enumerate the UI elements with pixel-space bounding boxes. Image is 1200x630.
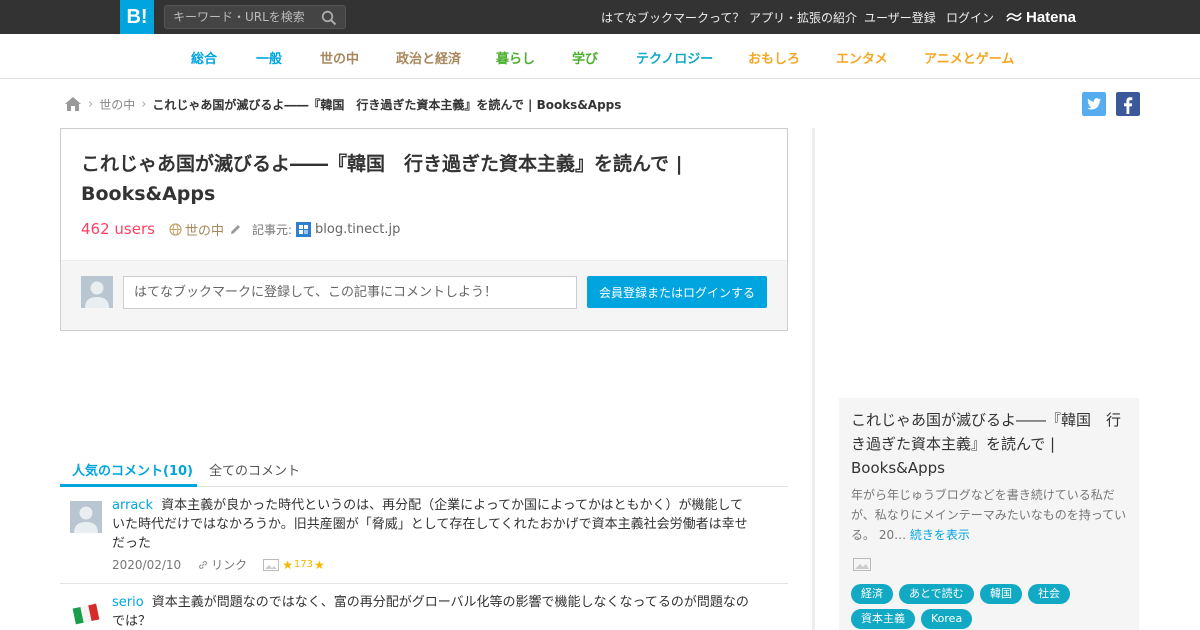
star-icon: ★ bbox=[282, 557, 293, 572]
hatena-mark-icon bbox=[1006, 12, 1022, 22]
category-all[interactable]: 総合 bbox=[191, 48, 217, 67]
source-domain: blog.tinect.jp bbox=[315, 221, 401, 237]
default-user-icon bbox=[85, 281, 109, 308]
tag-item[interactable]: 経済 bbox=[851, 584, 893, 604]
breadcrumb-current: これじゃあ国が滅びるよ――『韓国 行き過ぎた資本主義』を読んで | Books&… bbox=[152, 97, 622, 112]
summary-description: 年がら年じゅうブログなどを書き続けている私だが、私なりにメインテーマみたいなもの… bbox=[851, 485, 1133, 545]
home-icon[interactable] bbox=[64, 96, 82, 112]
comment-text: 資本主義が良かった時代というのは、再分配（企業によってか国によってかはともかく）… bbox=[112, 498, 748, 551]
category-social[interactable]: 世の中 bbox=[320, 48, 359, 67]
category-fun[interactable]: おもしろ bbox=[748, 48, 800, 67]
category-general[interactable]: 一般 bbox=[256, 48, 282, 67]
breadcrumb: › 世の中 › これじゃあ国が滅びるよ――『韓国 行き過ぎた資本主義』を読んで … bbox=[64, 95, 621, 113]
category-game[interactable]: アニメとゲーム bbox=[924, 48, 1014, 67]
show-more-link[interactable]: 続きを表示 bbox=[910, 528, 970, 542]
comment-username[interactable]: serio bbox=[112, 595, 144, 610]
column-divider bbox=[812, 128, 815, 630]
tag-item[interactable]: あとで読む bbox=[899, 584, 974, 604]
avatar bbox=[81, 276, 113, 308]
entry-summary-card: これじゃあ国が滅びるよ――『韓国 行き過ぎた資本主義』を読んで | Books&… bbox=[839, 398, 1139, 630]
users-count[interactable]: 462 users bbox=[81, 220, 155, 238]
entry-meta: 462 users 世の中 記事元: blog.tinect.jp bbox=[81, 219, 400, 239]
register-link[interactable]: ユーザー登録 bbox=[864, 9, 936, 26]
entry-category[interactable]: 世の中 bbox=[169, 220, 242, 239]
breadcrumb-separator-icon: › bbox=[88, 96, 94, 112]
breadcrumb-separator-icon: › bbox=[141, 96, 147, 112]
category-life[interactable]: 暮らし bbox=[496, 48, 535, 67]
star-count[interactable]: 173 bbox=[294, 559, 313, 570]
tab-all-comments[interactable]: 全てのコメント bbox=[209, 460, 300, 479]
link-icon bbox=[199, 560, 208, 569]
hatena-logo[interactable]: Hatena bbox=[1006, 8, 1076, 26]
comment-date[interactable]: 2020/02/10 bbox=[112, 558, 181, 572]
image-icon bbox=[853, 558, 871, 571]
tag-item[interactable]: Korea bbox=[921, 609, 973, 629]
category-entertainment[interactable]: エンタメ bbox=[836, 48, 888, 67]
image-add-icon[interactable] bbox=[263, 558, 280, 571]
tag-item[interactable]: 資本主義 bbox=[851, 609, 915, 629]
entry-category-label: 世の中 bbox=[184, 223, 224, 239]
search-icon[interactable] bbox=[321, 10, 337, 26]
comment-body: serio 資本主義が問題なのではなく、富の再分配がグローバル化等の影響で機能しな… bbox=[112, 593, 754, 630]
italy-flag-avatar[interactable] bbox=[70, 598, 102, 630]
search-input[interactable] bbox=[165, 6, 315, 28]
search-box bbox=[164, 5, 346, 29]
tab-popular-comments[interactable]: 人気のコメント(10) bbox=[72, 460, 193, 479]
category-nav: 総合 一般 世の中 政治と経済 暮らし 学び テクノロジー おもしろ エンタメ … bbox=[0, 34, 1200, 79]
top-bar: B! はてなブックマークって？ アプリ・拡張の紹介 ユーザー登録 ログイン Ha… bbox=[0, 0, 1200, 34]
category-knowledge[interactable]: 学び bbox=[572, 48, 598, 67]
category-technology[interactable]: テクノロジー bbox=[636, 48, 713, 67]
twitter-share-icon[interactable] bbox=[1082, 92, 1106, 116]
comment-body: arrack 資本主義が良かった時代というのは、再分配（企業によってか国によってか… bbox=[112, 496, 754, 553]
add-star-icon[interactable]: ★ bbox=[314, 558, 325, 572]
comment-input[interactable] bbox=[123, 276, 577, 309]
comment-username[interactable]: arrack bbox=[112, 498, 153, 513]
summary-title[interactable]: これじゃあ国が滅びるよ――『韓国 行き過ぎた資本主義』を読んで | Books&… bbox=[851, 408, 1121, 480]
comment-link[interactable]: リンク bbox=[211, 556, 247, 573]
default-user-icon bbox=[74, 506, 98, 533]
about-link[interactable]: はてなブックマークって？ bbox=[601, 9, 744, 26]
tag-item[interactable]: 社会 bbox=[1028, 584, 1070, 604]
comment-box: 会員登録またはログインする bbox=[61, 260, 787, 330]
apps-link[interactable]: アプリ・拡張の紹介 bbox=[749, 9, 857, 26]
register-login-button[interactable]: 会員登録またはログインする bbox=[587, 276, 767, 308]
tag-item[interactable]: 韓国 bbox=[980, 584, 1022, 604]
globe-icon bbox=[169, 222, 182, 236]
source-label: 記事元: bbox=[251, 222, 292, 237]
comment-tabs: 人気のコメント(10) 全てのコメント bbox=[60, 452, 788, 487]
pencil-icon[interactable] bbox=[229, 223, 242, 236]
comment-item: serio 資本主義が問題なのではなく、富の再分配がグローバル化等の影響で機能しな… bbox=[60, 584, 788, 630]
login-link[interactable]: ログイン bbox=[946, 9, 994, 26]
entry-title[interactable]: これじゃあ国が滅びるよ――『韓国 行き過ぎた資本主義』を読んで | Books&… bbox=[81, 149, 741, 209]
comment-text: 資本主義が問題なのではなく、富の再分配がグローバル化等の影響で機能しなくなってる… bbox=[112, 595, 749, 629]
avatar[interactable] bbox=[70, 501, 102, 533]
entry-card: これじゃあ国が滅びるよ――『韓国 行き過ぎた資本主義』を読んで | Books&… bbox=[60, 128, 788, 331]
comment-meta: 2020/02/10 リンク ★ 173 ★ bbox=[112, 556, 325, 573]
hatena-brand-text: Hatena bbox=[1026, 8, 1077, 26]
hatena-bookmark-logo[interactable]: B! bbox=[120, 0, 154, 34]
summary-text: 年がら年じゅうブログなどを書き続けている私だが、私なりにメインテーマみたいなもの… bbox=[851, 488, 1127, 542]
comment-item: arrack 資本主義が良かった時代というのは、再分配（企業によってか国によってか… bbox=[60, 487, 788, 584]
site-favicon-icon bbox=[296, 221, 311, 237]
category-economics[interactable]: 政治と経済 bbox=[396, 48, 461, 67]
source-link[interactable]: blog.tinect.jp bbox=[296, 221, 401, 237]
breadcrumb-parent[interactable]: 世の中 bbox=[99, 96, 135, 113]
facebook-share-icon[interactable] bbox=[1116, 92, 1140, 116]
